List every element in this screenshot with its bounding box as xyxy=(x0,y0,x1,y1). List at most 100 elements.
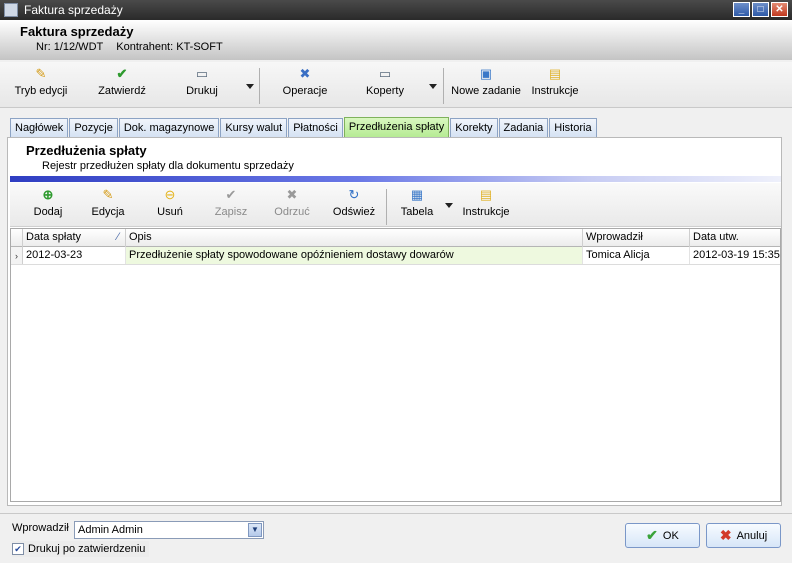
reject-icon: ✖ xyxy=(286,187,298,202)
edit-mode-label: Tryb edycji xyxy=(14,85,68,97)
tab-platnosci[interactable]: Płatności xyxy=(288,118,343,137)
footer-divider xyxy=(0,513,792,514)
edit-mode-button[interactable]: ✎ Tryb edycji xyxy=(12,66,70,104)
envelopes-dropdown-arrow[interactable] xyxy=(429,84,437,89)
scroll-icon: ▤ xyxy=(479,187,493,202)
grid-header: Data spłaty ⁄ Opis Wprowadził Data utw. xyxy=(11,229,780,247)
panel-header: Przedłużenia spłaty Rejestr przedłużen s… xyxy=(8,138,781,182)
checkmark-icon: ✔ xyxy=(116,66,128,81)
toolbar-separator xyxy=(259,68,260,104)
table-row[interactable]: › 2012-03-23 Przedłużenie spłaty spowodo… xyxy=(11,247,780,265)
panel-accent-bar xyxy=(10,176,781,182)
entered-by-label: Wprowadził xyxy=(12,522,69,534)
cancel-button[interactable]: ✖ Anuluj xyxy=(706,523,781,548)
window-title: Faktura sprzedaży xyxy=(24,3,123,17)
maximize-button[interactable]: □ xyxy=(752,2,769,17)
add-label: Dodaj xyxy=(33,206,63,218)
entered-by-select[interactable]: Admin Admin ▼ xyxy=(74,521,264,539)
checkmark-icon: ✔ xyxy=(646,527,658,543)
row-pointer-icon: › xyxy=(11,247,23,264)
tab-dok-magazynowe[interactable]: Dok. magazynowe xyxy=(118,118,220,137)
close-button[interactable]: ✕ xyxy=(771,2,788,17)
main-toolbar: ✎ Tryb edycji ✔ Zatwierdź ▭ Drukuj ✖ Ope… xyxy=(0,62,792,108)
panel-subtitle: Rejestr przedłużen spłaty dla dokumentu … xyxy=(42,160,294,172)
table-icon: ▦ xyxy=(410,187,424,202)
grid-instructions-button[interactable]: ▤ Instrukcje xyxy=(458,187,514,225)
print-after-approve-checkbox[interactable]: ✔ xyxy=(12,543,24,555)
operations-button[interactable]: ✖ Operacje xyxy=(278,66,332,104)
column-header-label: Data spłaty xyxy=(26,231,82,243)
column-header-entered-by[interactable]: Wprowadził xyxy=(583,229,690,247)
table-dropdown-arrow[interactable] xyxy=(445,203,453,208)
print-after-approve-row[interactable]: ✔ Drukuj po zatwierdzeniu xyxy=(12,541,150,557)
approve-label: Zatwierdź xyxy=(98,85,146,97)
tab-przedluzenia-splaty[interactable]: Przedłużenia spłaty xyxy=(343,117,450,137)
toolbar-separator xyxy=(443,68,444,104)
document-header: Faktura sprzedaży Nr: 1/12/WDT Kontrahen… xyxy=(0,20,792,60)
instructions-button[interactable]: ▤ Instrukcje xyxy=(529,66,581,104)
reject-button[interactable]: ✖ Odrzuć xyxy=(272,187,312,225)
tab-korekty[interactable]: Korekty xyxy=(450,118,498,137)
print-button[interactable]: ▭ Drukuj xyxy=(178,66,226,104)
document-title: Faktura sprzedaży xyxy=(20,24,134,39)
cell-payment-date[interactable]: 2012-03-23 xyxy=(23,247,126,264)
delete-icon: ⊖ xyxy=(164,187,176,202)
delete-button[interactable]: ⊖ Usuń xyxy=(152,187,188,225)
print-label: Drukuj xyxy=(186,85,218,97)
column-header-created[interactable]: Data utw. xyxy=(690,229,780,247)
edit-label: Edycja xyxy=(91,206,125,218)
printer-icon: ▭ xyxy=(378,66,392,81)
minimize-button[interactable]: _ xyxy=(733,2,750,17)
add-button[interactable]: ⊕ Dodaj xyxy=(28,187,68,225)
cell-entered-by[interactable]: Tomica Alicja xyxy=(583,247,690,264)
printer-icon: ▭ xyxy=(195,66,209,81)
save-button[interactable]: ✔ Zapisz xyxy=(212,187,250,225)
refresh-label: Odśwież xyxy=(332,206,376,218)
add-icon: ⊕ xyxy=(42,187,54,202)
entered-by-value: Admin Admin xyxy=(78,524,143,536)
extensions-grid: Data spłaty ⁄ Opis Wprowadził Data utw. … xyxy=(10,228,781,502)
cell-created[interactable]: 2012-03-19 15:35 xyxy=(690,247,780,264)
print-after-approve-label: Drukuj po zatwierdzeniu xyxy=(28,543,146,555)
invoice-window: Faktura sprzedaży _ □ ✕ Faktura sprzedaż… xyxy=(0,0,792,563)
chevron-down-icon[interactable]: ▼ xyxy=(248,523,262,537)
grid-toolbar: ⊕ Dodaj ✎ Edycja ⊖ Usuń ✔ Zapisz ✖ Odrzu… xyxy=(10,183,781,227)
tab-zadania[interactable]: Zadania xyxy=(498,118,549,137)
instructions-label: Instrukcje xyxy=(531,85,579,97)
tab-kursy-walut[interactable]: Kursy walut xyxy=(220,118,288,137)
scroll-icon: ▤ xyxy=(548,66,562,81)
extensions-panel: Przedłużenia spłaty Rejestr przedłużen s… xyxy=(7,137,782,506)
column-header-description[interactable]: Opis xyxy=(126,229,583,247)
close-icon: ✖ xyxy=(719,527,732,543)
tab-historia[interactable]: Historia xyxy=(549,118,597,137)
print-dropdown-arrow[interactable] xyxy=(246,84,254,89)
edit-button[interactable]: ✎ Edycja xyxy=(88,187,128,225)
new-task-icon: ▣ xyxy=(479,66,493,81)
tools-icon: ✖ xyxy=(299,66,311,81)
panel-title: Przedłużenia spłaty xyxy=(26,143,147,158)
document-contractor: Kontrahent: KT-SOFT xyxy=(116,41,223,53)
operations-label: Operacje xyxy=(282,85,328,97)
approve-button[interactable]: ✔ Zatwierdź xyxy=(95,66,149,104)
grid-instructions-label: Instrukcje xyxy=(462,206,510,218)
reject-label: Odrzuć xyxy=(274,206,310,218)
new-task-button[interactable]: ▣ Nowe zadanie xyxy=(451,66,521,104)
toolbar-separator xyxy=(386,189,387,225)
envelopes-button[interactable]: ▭ Koperty xyxy=(362,66,408,104)
table-button[interactable]: ▦ Tabela xyxy=(398,187,436,225)
new-task-label: Nowe zadanie xyxy=(451,85,521,97)
sort-icon: ⁄ xyxy=(117,231,119,243)
tab-naglowek[interactable]: Nagłówek xyxy=(10,118,69,137)
tab-strip: Nagłówek Pozycje Dok. magazynowe Kursy w… xyxy=(10,117,598,137)
row-indicator-header xyxy=(11,229,23,247)
delete-label: Usuń xyxy=(157,206,183,218)
column-header-payment-date[interactable]: Data spłaty ⁄ xyxy=(23,229,126,247)
document-meta: Nr: 1/12/WDT Kontrahent: KT-SOFT xyxy=(36,41,233,53)
tab-pozycje[interactable]: Pozycje xyxy=(69,118,118,137)
app-icon xyxy=(4,3,18,17)
refresh-icon: ↻ xyxy=(348,187,360,202)
refresh-button[interactable]: ↻ Odśwież xyxy=(332,187,376,225)
cell-description[interactable]: Przedłużenie spłaty spowodowane opóźnien… xyxy=(126,247,583,264)
ok-button[interactable]: ✔ OK xyxy=(625,523,700,548)
envelopes-label: Koperty xyxy=(366,85,404,97)
